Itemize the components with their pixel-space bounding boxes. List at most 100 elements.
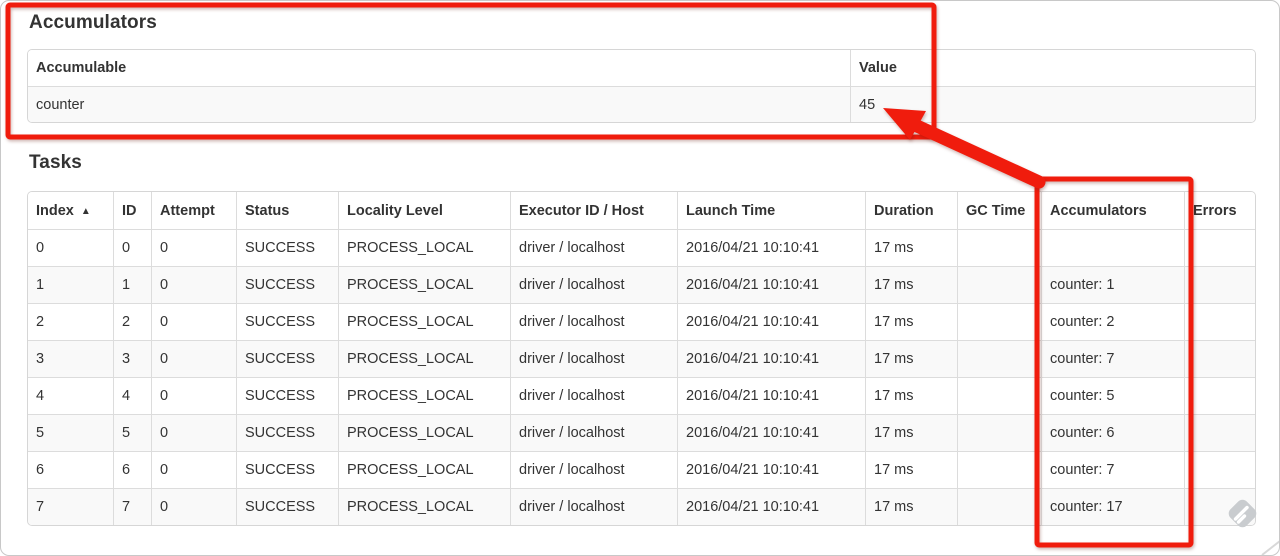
cell-attempt: 0 (151, 377, 236, 414)
cell-launch-time: 2016/04/21 10:10:41 (677, 303, 865, 340)
column-header-accumulable[interactable]: Accumulable (28, 50, 850, 86)
task-row: 6 6 0 SUCCESS PROCESS_LOCAL driver / loc… (28, 451, 1255, 488)
cell-index: 3 (28, 340, 113, 377)
cell-duration: 17 ms (865, 377, 957, 414)
cell-launch-time: 2016/04/21 10:10:41 (677, 340, 865, 377)
cell-errors (1184, 414, 1255, 451)
sort-ascending-icon: ▲ (80, 205, 91, 217)
cell-status: SUCCESS (236, 266, 338, 303)
cell-locality-level: PROCESS_LOCAL (338, 377, 510, 414)
cell-index: 1 (28, 266, 113, 303)
column-header-status[interactable]: Status (236, 192, 338, 229)
column-header-launch-time[interactable]: Launch Time (677, 192, 865, 229)
cell-errors (1184, 229, 1255, 266)
cell-index: 5 (28, 414, 113, 451)
cell-locality-level: PROCESS_LOCAL (338, 451, 510, 488)
column-header-accumulators[interactable]: Accumulators (1041, 192, 1184, 229)
cell-duration: 17 ms (865, 340, 957, 377)
cell-accumulators (1041, 229, 1184, 266)
column-header-executor-id-host[interactable]: Executor ID / Host (510, 192, 677, 229)
cell-locality-level: PROCESS_LOCAL (338, 303, 510, 340)
cell-accumulators: counter: 7 (1041, 451, 1184, 488)
column-header-errors[interactable]: Errors (1184, 192, 1255, 229)
cell-index: 0 (28, 229, 113, 266)
cell-executor-id-host: driver / localhost (510, 414, 677, 451)
table-header-row: Index ▲ ID Attempt Status Locality Level … (28, 192, 1255, 229)
cell-status: SUCCESS (236, 451, 338, 488)
cell-index: 4 (28, 377, 113, 414)
cell-executor-id-host: driver / localhost (510, 340, 677, 377)
cell-id: 1 (113, 266, 151, 303)
cell-status: SUCCESS (236, 229, 338, 266)
cell-locality-level: PROCESS_LOCAL (338, 266, 510, 303)
task-row: 1 1 0 SUCCESS PROCESS_LOCAL driver / loc… (28, 266, 1255, 303)
cell-duration: 17 ms (865, 488, 957, 525)
cell-id: 5 (113, 414, 151, 451)
cell-duration: 17 ms (865, 266, 957, 303)
cell-attempt: 0 (151, 488, 236, 525)
cell-attempt: 0 (151, 303, 236, 340)
column-header-gc-time[interactable]: GC Time (957, 192, 1041, 229)
cell-index: 2 (28, 303, 113, 340)
cell-status: SUCCESS (236, 340, 338, 377)
task-row: 5 5 0 SUCCESS PROCESS_LOCAL driver / loc… (28, 414, 1255, 451)
cell-errors (1184, 266, 1255, 303)
cell-executor-id-host: driver / localhost (510, 488, 677, 525)
task-row: 2 2 0 SUCCESS PROCESS_LOCAL driver / loc… (28, 303, 1255, 340)
annotation-stray-mark (1261, 540, 1279, 555)
cell-launch-time: 2016/04/21 10:10:41 (677, 414, 865, 451)
cell-id: 4 (113, 377, 151, 414)
task-row: 7 7 0 SUCCESS PROCESS_LOCAL driver / loc… (28, 488, 1255, 525)
cell-index: 7 (28, 488, 113, 525)
cell-duration: 17 ms (865, 414, 957, 451)
column-header-locality-level[interactable]: Locality Level (338, 192, 510, 229)
cell-launch-time: 2016/04/21 10:10:41 (677, 451, 865, 488)
spark-ui-stage-page: Accumulators Accumulable Value counter 4… (0, 0, 1280, 556)
cell-gc-time (957, 266, 1041, 303)
column-header-duration[interactable]: Duration (865, 192, 957, 229)
column-header-value[interactable]: Value (850, 50, 1255, 86)
cell-attempt: 0 (151, 414, 236, 451)
cell-locality-level: PROCESS_LOCAL (338, 229, 510, 266)
cell-status: SUCCESS (236, 488, 338, 525)
cell-executor-id-host: driver / localhost (510, 266, 677, 303)
cell-errors (1184, 377, 1255, 414)
cell-gc-time (957, 303, 1041, 340)
cell-duration: 17 ms (865, 451, 957, 488)
cell-index: 6 (28, 451, 113, 488)
cell-launch-time: 2016/04/21 10:10:41 (677, 488, 865, 525)
cell-status: SUCCESS (236, 303, 338, 340)
cell-id: 6 (113, 451, 151, 488)
cell-launch-time: 2016/04/21 10:10:41 (677, 266, 865, 303)
accumulators-table: Accumulable Value counter 45 (27, 49, 1256, 123)
accumulator-row: counter 45 (28, 86, 1255, 122)
cell-gc-time (957, 414, 1041, 451)
cell-executor-id-host: driver / localhost (510, 451, 677, 488)
cell-status: SUCCESS (236, 414, 338, 451)
cell-gc-time (957, 377, 1041, 414)
cell-accumulable-value: 45 (850, 86, 1255, 122)
column-header-index[interactable]: Index ▲ (28, 192, 113, 229)
cell-errors (1184, 451, 1255, 488)
task-row: 4 4 0 SUCCESS PROCESS_LOCAL driver / loc… (28, 377, 1255, 414)
accumulators-section-heading: Accumulators (29, 12, 157, 33)
cell-id: 7 (113, 488, 151, 525)
column-header-attempt[interactable]: Attempt (151, 192, 236, 229)
cell-status: SUCCESS (236, 377, 338, 414)
cell-errors (1184, 303, 1255, 340)
cell-accumulators: counter: 1 (1041, 266, 1184, 303)
column-header-id[interactable]: ID (113, 192, 151, 229)
cell-accumulable-name: counter (28, 86, 850, 122)
cell-gc-time (957, 451, 1041, 488)
cell-locality-level: PROCESS_LOCAL (338, 488, 510, 525)
tasks-table: Index ▲ ID Attempt Status Locality Level … (27, 191, 1256, 526)
cell-errors (1184, 488, 1255, 525)
cell-gc-time (957, 488, 1041, 525)
table-header-row: Accumulable Value (28, 50, 1255, 86)
cell-locality-level: PROCESS_LOCAL (338, 414, 510, 451)
cell-launch-time: 2016/04/21 10:10:41 (677, 377, 865, 414)
cell-gc-time (957, 340, 1041, 377)
cell-id: 0 (113, 229, 151, 266)
cell-attempt: 0 (151, 451, 236, 488)
cell-attempt: 0 (151, 340, 236, 377)
